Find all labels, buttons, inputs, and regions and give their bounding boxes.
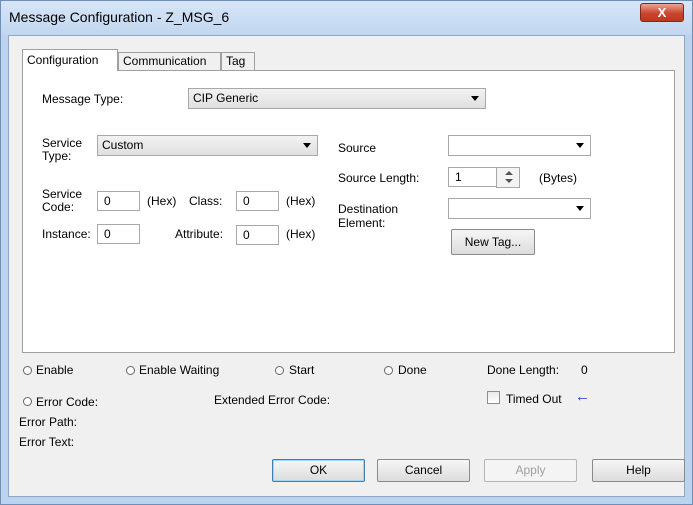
new-tag-button[interactable]: New Tag... <box>451 229 535 255</box>
spin-down-icon[interactable] <box>505 179 513 183</box>
error-text-label: Error Text: <box>19 435 75 449</box>
apply-button[interactable]: Apply <box>484 459 577 482</box>
source-length-label: Source Length: <box>338 171 420 185</box>
attribute-unit: (Hex) <box>286 227 316 241</box>
timed-out-checkbox <box>487 391 500 404</box>
class-label: Class: <box>189 194 223 208</box>
start-label: Start <box>289 363 315 377</box>
attribute-label: Attribute: <box>175 227 224 241</box>
attribute-input[interactable]: 0 <box>236 225 279 245</box>
done-indicator <box>384 366 393 375</box>
error-path-label: Error Path: <box>19 415 78 429</box>
service-type-value: Custom <box>102 138 144 152</box>
spin-up-icon[interactable] <box>505 171 513 175</box>
source-select[interactable] <box>448 135 591 156</box>
source-label: Source <box>338 141 377 155</box>
service-code-input[interactable]: 0 <box>97 191 140 211</box>
service-code-label: Service Code: <box>42 187 83 214</box>
class-unit: (Hex) <box>286 194 316 208</box>
title-bar[interactable]: Message Configuration - Z_MSG_6 X <box>1 1 692 35</box>
source-length-unit: (Bytes) <box>539 171 578 185</box>
extended-error-code-label: Extended Error Code: <box>214 393 331 407</box>
close-button[interactable]: X <box>640 3 684 22</box>
destination-element-select[interactable] <box>448 198 591 219</box>
destination-element-label: Destination Element: <box>338 202 399 230</box>
start-indicator <box>275 366 284 375</box>
done-length-label: Done Length: <box>487 363 560 377</box>
enable-waiting-indicator <box>126 366 135 375</box>
arrow-left-icon: ← <box>575 388 590 405</box>
chevron-down-icon <box>471 96 479 101</box>
help-button[interactable]: Help <box>592 459 685 482</box>
done-label: Done <box>398 363 427 377</box>
service-type-select[interactable]: Custom <box>97 135 318 156</box>
enable-label: Enable <box>36 363 74 377</box>
error-code-label: Error Code: <box>36 395 99 409</box>
done-length-value: 0 <box>581 363 588 377</box>
tab-tag[interactable]: Tag <box>221 52 255 70</box>
source-length-input[interactable]: 1 <box>448 167 497 187</box>
chevron-down-icon <box>576 143 584 148</box>
tab-configuration[interactable]: Configuration <box>22 49 118 71</box>
instance-input[interactable]: 0 <box>97 224 140 244</box>
message-type-value: CIP Generic <box>193 91 259 105</box>
ok-button[interactable]: OK <box>272 459 365 482</box>
message-type-select[interactable]: CIP Generic <box>188 88 486 109</box>
cancel-button[interactable]: Cancel <box>377 459 470 482</box>
enable-indicator <box>23 366 32 375</box>
source-length-stepper[interactable] <box>496 167 520 188</box>
class-input[interactable]: 0 <box>236 191 279 211</box>
window-title: Message Configuration - Z_MSG_6 <box>9 9 230 25</box>
error-code-indicator <box>23 397 32 406</box>
tab-communication[interactable]: Communication <box>118 52 221 70</box>
timed-out-label: Timed Out <box>506 392 562 406</box>
message-type-label: Message Type: <box>42 92 124 106</box>
chevron-down-icon <box>576 206 584 211</box>
service-code-unit: (Hex) <box>147 194 177 208</box>
instance-label: Instance: <box>42 227 91 241</box>
service-type-label: Service Type: <box>42 136 83 163</box>
enable-waiting-label: Enable Waiting <box>139 363 220 377</box>
chevron-down-icon <box>303 143 311 148</box>
